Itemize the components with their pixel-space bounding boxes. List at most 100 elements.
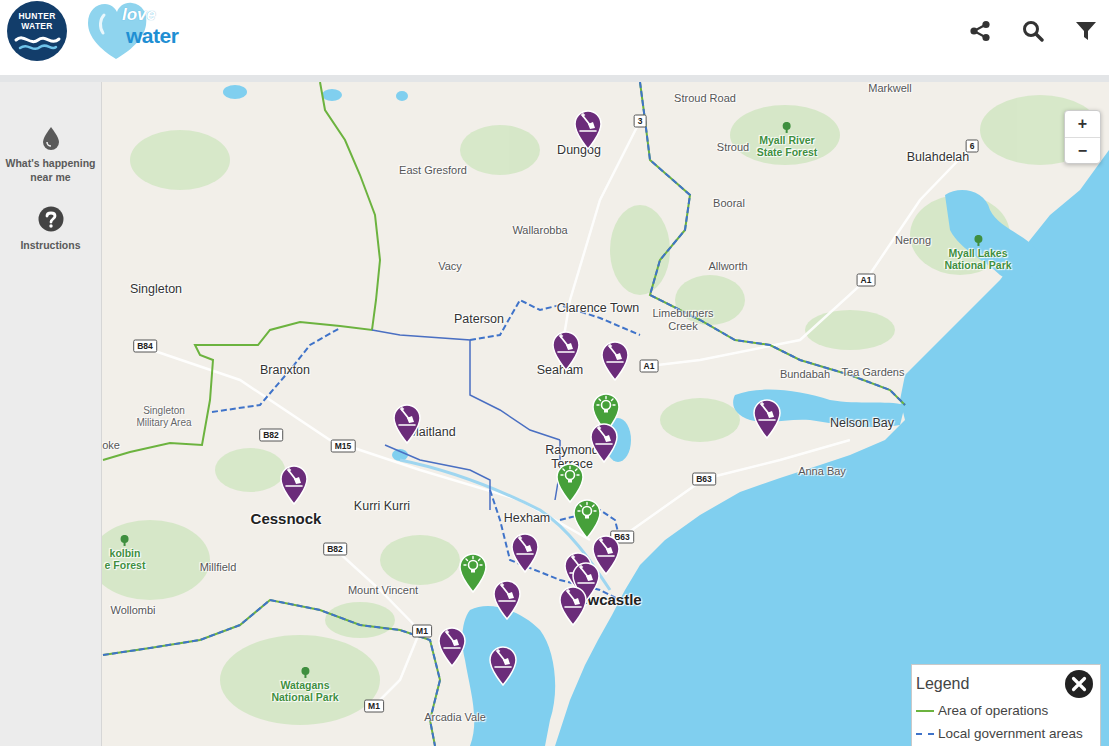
place-label-line: State Forest	[757, 146, 818, 158]
shovel-icon	[580, 114, 596, 132]
tree-icon	[300, 667, 310, 678]
love-water-logo[interactable]: love water	[86, 1, 190, 61]
legend-label: Area of operations	[938, 703, 1048, 718]
road-shield: 3	[634, 115, 647, 128]
works-pin[interactable]	[491, 578, 523, 620]
place-label: Branxton	[260, 363, 310, 377]
place-label-text: Markwell	[868, 82, 911, 94]
map-pin-icon	[436, 625, 468, 667]
legend-item: Local government areas	[916, 722, 1094, 745]
place-label-text: Singleton	[130, 282, 182, 296]
place-label: Vacy	[438, 260, 462, 273]
brand-water-text: water	[126, 25, 178, 46]
place-label-line: Watagans	[271, 679, 338, 691]
search-button[interactable]	[1019, 18, 1046, 45]
road-shield: 6	[966, 140, 979, 153]
legend-list: Area of operations Local government areas	[916, 699, 1094, 745]
idea-pin[interactable]	[571, 497, 603, 539]
zoom-in-button[interactable]: +	[1065, 111, 1100, 137]
road-shield: A1	[857, 274, 876, 287]
works-pin[interactable]	[751, 397, 783, 439]
place-label-line: Singleton	[136, 405, 191, 417]
sidebar-item-label: near me	[1, 170, 101, 184]
works-pin[interactable]	[278, 463, 310, 505]
place-label: Nelson Bay	[830, 416, 894, 430]
place-label: Clarence Town	[557, 301, 639, 315]
place-label-text: Seaham	[537, 363, 584, 377]
idea-pin[interactable]	[554, 461, 586, 503]
zoom-control: + −	[1064, 110, 1101, 164]
works-pin[interactable]	[599, 339, 631, 381]
place-label-text: Nerong	[895, 234, 931, 247]
place-label: Cessnock	[251, 510, 322, 527]
app-header: HUNTERWATER love water	[0, 0, 1109, 75]
map-pin-icon	[278, 463, 310, 505]
map-pin-icon	[571, 497, 603, 539]
works-pin[interactable]	[550, 329, 582, 371]
sidebar-item[interactable]: What's happeningnear me	[1, 126, 101, 184]
road-shield: A1	[640, 360, 659, 373]
place-label-line: National Park	[944, 259, 1011, 271]
place-label: kolbine Forest	[105, 535, 146, 571]
place-label: Booral	[713, 197, 745, 210]
idea-pin[interactable]	[457, 551, 489, 593]
place-label-line: Myall River	[757, 134, 818, 146]
logo-word: HUNTER	[6, 11, 68, 21]
place-label-text: Clarence Town	[557, 301, 639, 315]
place-label-line: e Forest	[105, 559, 146, 571]
share-button[interactable]	[966, 18, 993, 45]
road-shield: M1	[412, 625, 432, 638]
shovel-icon	[399, 408, 415, 426]
road-shield: B84	[133, 340, 157, 353]
place-label: Stroud Road	[674, 92, 736, 105]
close-icon[interactable]	[1064, 669, 1094, 699]
map[interactable]: Markwell Stroud Road Myall RiverState Fore…	[102, 82, 1109, 746]
place-label: LimeburnersCreek	[652, 307, 713, 332]
sidebar-item[interactable]: Instructions	[1, 206, 101, 252]
place-label: Paterson	[454, 312, 504, 326]
legend-title: Legend	[916, 672, 969, 696]
place-label-line: kolbin	[105, 547, 146, 559]
works-pin[interactable]	[436, 625, 468, 667]
logo-word: WATER	[6, 21, 68, 31]
shovel-icon	[444, 631, 460, 649]
place-label-line: Raymond	[545, 443, 599, 457]
filter-button[interactable]	[1072, 18, 1099, 45]
works-pin[interactable]	[588, 421, 620, 463]
place-label: Kurri Kurri	[354, 499, 410, 513]
place-label: Hexham	[504, 511, 551, 525]
place-label: Singleton	[130, 282, 182, 296]
legend-line-icon	[916, 733, 934, 735]
legend-item: Area of operations	[916, 699, 1094, 722]
shovel-icon	[517, 537, 533, 555]
works-pin[interactable]	[557, 584, 589, 626]
lightbulb-icon	[597, 397, 615, 413]
place-label-text: Paterson	[454, 312, 504, 326]
place-label: oke	[102, 439, 120, 452]
lightbulb-icon	[464, 557, 482, 573]
shovel-icon	[286, 469, 302, 487]
works-pin[interactable]	[391, 402, 423, 444]
header-divider	[0, 75, 1109, 82]
place-label: Seaham	[537, 363, 584, 377]
works-pin[interactable]	[509, 531, 541, 573]
road-shield: B63	[692, 473, 716, 486]
shovel-icon	[596, 427, 612, 445]
sidebar-item-label: Instructions	[1, 238, 101, 252]
legend-line-icon	[916, 710, 934, 712]
works-pin[interactable]	[572, 108, 604, 150]
sidebar: What's happeningnear me Instructions	[0, 82, 102, 746]
place-label-text: Stroud Road	[674, 92, 736, 105]
hunter-water-logo[interactable]: HUNTERWATER	[6, 0, 68, 62]
tree-icon	[782, 122, 792, 133]
works-pin[interactable]	[487, 644, 519, 686]
map-pin-icon	[751, 397, 783, 439]
map-pin-icon	[572, 108, 604, 150]
place-label-text: Tea Gardens	[842, 366, 905, 379]
place-label-text: oke	[102, 439, 120, 452]
search-icon	[1022, 20, 1044, 42]
place-label: Allworth	[708, 260, 747, 273]
legend-label: Local government areas	[938, 726, 1083, 741]
place-label: Arcadia Vale	[424, 711, 486, 724]
zoom-out-button[interactable]: −	[1065, 137, 1100, 163]
